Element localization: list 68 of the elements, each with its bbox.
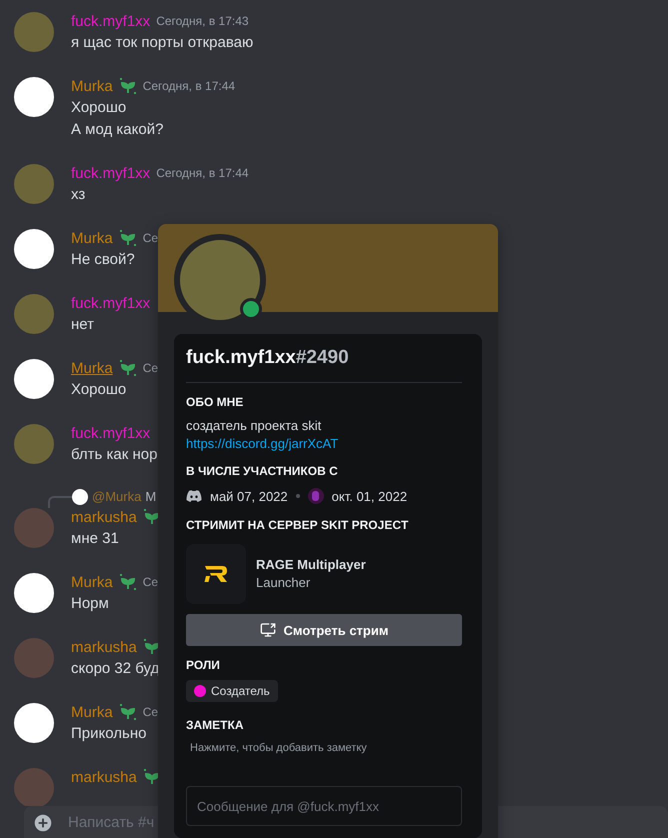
author-name[interactable]: Murka (71, 574, 113, 590)
reply-avatar (72, 488, 88, 504)
user-avatar[interactable] (14, 359, 54, 399)
message-time: Сегодня, в 17:44 (142, 79, 236, 93)
message-text: Не свой? (71, 250, 136, 270)
reply-text: M (145, 489, 156, 504)
message-text: Хорошо (71, 98, 128, 118)
author-name[interactable]: fuck.myf1xx (71, 12, 150, 30)
sprout-badge-icon (118, 229, 137, 247)
discord-join-date: май 07, 2022 (210, 488, 288, 504)
message-time: Сегодня, в 17:43 (156, 14, 249, 28)
user-avatar[interactable] (14, 77, 54, 117)
user-avatar[interactable] (14, 703, 54, 743)
message-text: я щас ток порты откраваю (71, 33, 254, 53)
message-text: блть как нор (71, 445, 158, 465)
author-name[interactable]: Murka (71, 360, 113, 376)
profile-username: fuck.myf1xx#2490 (186, 346, 350, 370)
role-name: Создатель (211, 684, 270, 698)
message-text: мне 31 (71, 529, 120, 549)
author-name[interactable]: Murka (71, 78, 113, 94)
server-icon (308, 488, 324, 504)
message-time: Се (142, 361, 158, 375)
message-time: Сегодня, в 17:44 (156, 166, 249, 180)
author-name[interactable]: Murka (71, 230, 113, 246)
game-name: RAGE Multiplayer (256, 556, 366, 574)
direct-message-field[interactable]: Сообщение для @fuck.myf1xx (186, 786, 462, 826)
message-text: нет (71, 315, 95, 335)
reply-mention[interactable]: @Murka (92, 489, 142, 504)
author-name[interactable]: markusha (71, 768, 137, 786)
sprout-badge-icon (118, 359, 137, 377)
sprout-badge-icon (142, 768, 161, 786)
message-time: Се (142, 231, 158, 245)
author-name[interactable]: markusha (71, 508, 137, 526)
game-logo-icon (203, 564, 229, 584)
message-text: Хорошо (71, 380, 128, 400)
author-name[interactable]: fuck.myf1xx (71, 294, 150, 312)
user-avatar[interactable] (14, 573, 54, 613)
note-field[interactable]: Нажмите, чтобы добавить заметку (186, 740, 462, 756)
user-avatar[interactable] (14, 229, 54, 269)
message-time: Се (142, 575, 158, 589)
section-heading: СТРИМИТ НА СЕРВЕР SKIT PROJECT (186, 517, 410, 534)
message-text: Прикольно (71, 724, 148, 744)
server-join-date: окт. 01, 2022 (332, 488, 408, 504)
about-text: создатель проекта skit (186, 417, 322, 435)
game-detail: Launcher (256, 574, 312, 592)
message-text: Норм (71, 594, 110, 614)
section-heading: РОЛИ (186, 657, 221, 674)
message-text: хз (71, 185, 86, 205)
sprout-badge-icon (118, 77, 137, 95)
watch-stream-button[interactable]: Смотреть стрим (186, 614, 462, 646)
author-name[interactable]: markusha (71, 638, 137, 656)
invite-link[interactable]: https://discord.gg/jarrXcAT (186, 436, 338, 451)
section-heading: ОБО МНЕ (186, 394, 244, 411)
message-text: скоро 32 буд (71, 659, 160, 679)
author-name[interactable]: fuck.myf1xx (71, 424, 150, 442)
discord-icon (186, 490, 202, 502)
screen-share-icon (260, 622, 276, 638)
author-name[interactable]: fuck.myf1xx (71, 164, 150, 182)
add-icon[interactable] (32, 812, 54, 834)
section-heading: В ЧИСЛЕ УЧАСТНИКОВ С (186, 463, 339, 480)
message-time: Се (142, 705, 158, 719)
section-heading: ЗАМЕТКА (186, 717, 245, 734)
sprout-badge-icon (142, 508, 161, 526)
message-text: А мод какой? (71, 120, 164, 140)
sprout-badge-icon (118, 573, 137, 591)
sprout-badge-icon (142, 638, 161, 656)
author-name[interactable]: Murka (71, 704, 113, 720)
sprout-badge-icon (118, 703, 137, 721)
